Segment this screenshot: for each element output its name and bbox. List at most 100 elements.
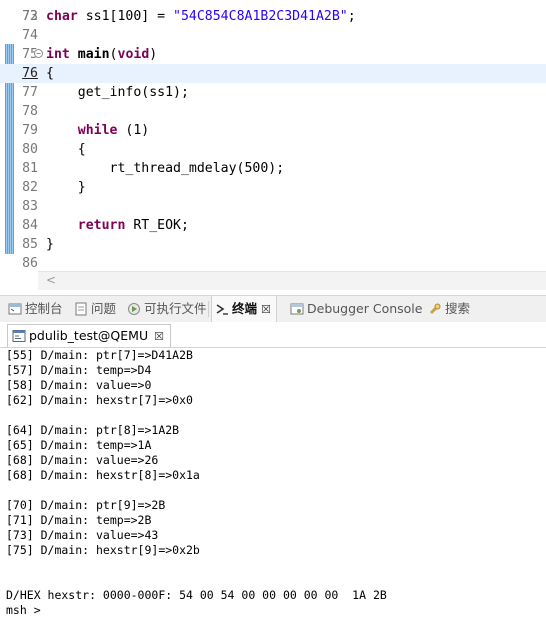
keyword-token: while (77, 123, 118, 138)
terminal-line: [58] D/main: value=>0 (6, 378, 152, 392)
tab-terminal[interactable]: 终端 ☒ (211, 296, 277, 322)
horizontal-scrollbar[interactable]: < (38, 271, 546, 290)
code-line[interactable]: 82 } (0, 178, 546, 197)
code-text: rt_thread_mdelay(500); (46, 159, 285, 178)
terminal-line: [57] D/main: temp=>D4 (6, 363, 152, 377)
terminal-session-icon (12, 328, 26, 342)
keyword-token: return (77, 218, 126, 233)
code-text: { (46, 140, 86, 159)
code-line[interactable]: 77 get_info(ss1); (0, 83, 546, 102)
search-icon (428, 299, 442, 315)
scroll-left-arrow-icon[interactable]: < (46, 273, 56, 287)
tab-label: 可执行文件 (144, 301, 207, 316)
line-number: 80 (22, 142, 38, 157)
code-text: while (1) (46, 121, 149, 140)
terminal-line: [68] D/main: hexstr[8]=>0x1a (6, 468, 200, 482)
terminal-line: msh > (6, 603, 41, 617)
terminal-line: [68] D/main: value=>26 (6, 453, 159, 467)
code-token: { (46, 142, 86, 157)
terminal-line: D/HEX hexstr: 0000-000F: 54 00 54 00 00 … (6, 588, 387, 602)
code-editor[interactable]: 72 73 char ss1[100] = "54C854C8A1B2C3D41A… (0, 0, 546, 291)
executables-icon (127, 299, 141, 315)
code-token: RT_EOK; (125, 218, 189, 233)
console-icon (8, 299, 22, 315)
code-line[interactable]: 75− int main(void) (0, 45, 546, 64)
code-line[interactable]: 84 return RT_EOK; (0, 216, 546, 235)
keyword-token: int (46, 47, 70, 62)
code-line[interactable]: 85} (0, 235, 546, 254)
tab-label: 搜索 (445, 301, 471, 316)
close-icon[interactable]: ☒ (261, 303, 271, 316)
line-number: 76 (22, 66, 38, 81)
code-token: } (46, 180, 86, 195)
code-line[interactable]: 74 (0, 26, 546, 45)
code-line[interactable]: 78 (0, 102, 546, 121)
code-token: (1) (117, 123, 150, 138)
tab-search[interactable]: 搜索 (428, 296, 470, 322)
line-number: 85 (22, 237, 38, 252)
terminal-line: [75] D/main: hexstr[9]=>0x2b (6, 543, 200, 557)
code-token: ; (347, 9, 356, 24)
code-token: get_info(ss1); (46, 85, 189, 100)
terminal-line: [64] D/main: ptr[8]=>1A2B (6, 423, 180, 437)
code-line[interactable]: 76 { (0, 64, 546, 83)
code-text: { (46, 64, 54, 83)
view-tab-bar: 控制台 问题 可执行文件 终端 ☒ Debugger Console 搜索 (0, 295, 546, 323)
tab-label: 控制台 (25, 301, 63, 316)
code-line[interactable]: 81 rt_thread_mdelay(500); (0, 159, 546, 178)
code-line[interactable]: 83 (0, 197, 546, 216)
line-number: 77 (22, 85, 38, 100)
problems-icon (74, 299, 88, 316)
terminal-line: [70] D/main: ptr[9]=>2B (6, 498, 166, 512)
code-text: return RT_EOK; (46, 216, 189, 235)
tab-console[interactable]: 控制台 (8, 296, 63, 322)
line-number: 78 (22, 104, 38, 119)
tab-problems[interactable]: 问题 (74, 296, 116, 322)
keyword-token: void (117, 47, 150, 62)
partial-line: 72 (0, 0, 546, 24)
keyword-token: char (46, 9, 78, 24)
string-token: "54C854C8A1B2C3D41A2B" (173, 9, 348, 24)
terminal-line: [55] D/main: ptr[7]=>D41A2B (6, 348, 193, 362)
code-text: } (46, 235, 54, 254)
tab-executables[interactable]: 可执行文件 (127, 296, 207, 322)
code-text: } (46, 178, 86, 197)
terminal-line: [71] D/main: temp=>2B (6, 513, 152, 527)
code-text: int main(void) (46, 45, 157, 64)
terminal-line: [65] D/main: temp=>1A (6, 438, 152, 452)
code-text: get_info(ss1); (46, 83, 189, 102)
code-token: } (46, 237, 54, 252)
fold-toggle-icon[interactable]: − (34, 49, 43, 58)
console-tab-bar: pdulib_test@QEMU ☒ (0, 322, 546, 348)
tab-label: Debugger Console (307, 301, 423, 316)
line-number: 81 (22, 161, 38, 176)
line-number: 73 (22, 9, 38, 24)
tab-label: 终端 (232, 301, 258, 316)
code-token: ( (109, 47, 118, 62)
line-number: 82 (22, 180, 38, 195)
code-token: rt_thread_mdelay(500); (46, 161, 285, 176)
terminal-output[interactable]: [55] D/main: ptr[7]=>D41A2B [57] D/main: … (0, 348, 546, 617)
code-token: ) (149, 47, 158, 62)
terminal-line: [62] D/main: hexstr[7]=>0x0 (6, 393, 193, 407)
line-number: 79 (22, 123, 38, 138)
code-line[interactable]: 80 { (0, 140, 546, 159)
line-number: 83 (22, 199, 38, 214)
code-line[interactable]: 79 while (1) (0, 121, 546, 140)
code-token: { (46, 66, 54, 81)
code-line[interactable]: 73 char ss1[100] = "54C854C8A1B2C3D41A2B"… (0, 7, 546, 26)
code-token: main (77, 47, 110, 62)
terminal-line: [73] D/main: value=>43 (6, 528, 159, 542)
line-number: 86 (22, 256, 38, 271)
code-text: char ss1[100] = "54C854C8A1B2C3D41A2B"; (46, 7, 356, 26)
tab-terminal-session[interactable]: pdulib_test@QEMU ☒ (7, 324, 171, 347)
tab-debugger-console[interactable]: Debugger Console (290, 296, 422, 322)
debugger-console-icon (290, 299, 304, 315)
terminal-icon (215, 299, 229, 315)
console-tab-label: pdulib_test@QEMU (29, 328, 149, 343)
close-icon[interactable]: ☒ (154, 330, 164, 343)
line-number: 74 (22, 28, 38, 43)
